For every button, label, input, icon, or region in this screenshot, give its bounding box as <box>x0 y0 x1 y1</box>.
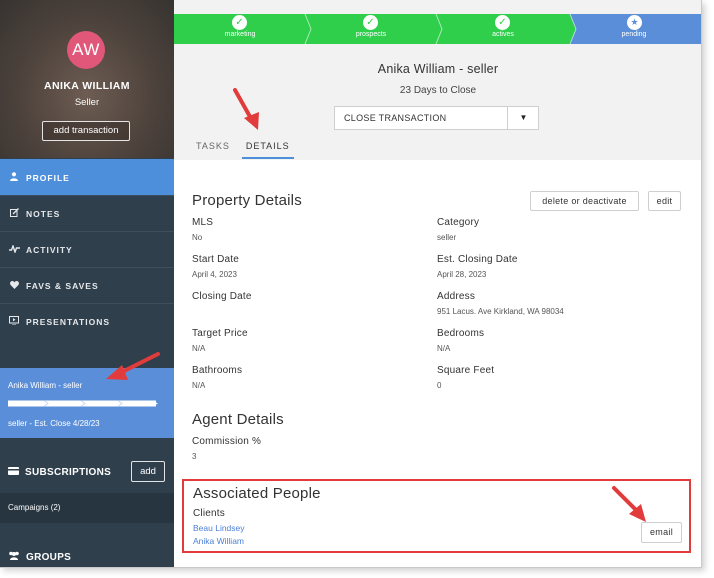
stage-label-actives: actives <box>492 31 514 38</box>
add-transaction-button[interactable]: add transaction <box>42 121 130 141</box>
activity-icon <box>8 243 20 255</box>
tab-details[interactable]: DETAILS <box>241 134 294 159</box>
sidebar-item-label: ACTIVITY <box>26 244 73 255</box>
stage-label-prospects: prospects <box>355 31 387 38</box>
field-label-est-closing-date: Est. Closing Date <box>437 254 518 265</box>
sidebar-item-notes[interactable]: NOTES <box>0 195 174 231</box>
stage-label-marketing: marketing <box>224 31 256 38</box>
property-details-title: Property Details <box>192 192 302 209</box>
field-label-square-feet: Square Feet <box>437 365 495 376</box>
campaigns-item[interactable]: Campaigns (2) <box>0 493 174 523</box>
avatar: AW <box>67 31 105 69</box>
field-label-bedrooms: Bedrooms <box>437 328 485 339</box>
sidebar-item-profile[interactable]: PROFILE <box>0 159 174 195</box>
edit-icon <box>8 208 20 219</box>
presentation-icon <box>8 316 20 327</box>
sidebar-item-label: PRESENTATIONS <box>26 316 110 327</box>
agent-details-title: Agent Details <box>192 411 284 428</box>
edit-button[interactable]: edit <box>648 191 681 211</box>
pipeline-bar: ✓ ✓ ✓ ★ marketing prospects actives pend… <box>174 14 701 44</box>
field-value-bedrooms: N/A <box>437 344 451 353</box>
field-label-category: Category <box>437 217 480 228</box>
app-window: AW ANIKA WILLIAM Seller add transaction … <box>0 0 702 568</box>
field-value-est-closing-date: April 28, 2023 <box>437 270 487 279</box>
field-value-commission: 3 <box>192 452 197 461</box>
main-panel: ✓ ✓ ✓ ★ marketing prospects actives pend… <box>174 0 701 567</box>
user-icon <box>8 172 20 183</box>
close-transaction-value: CLOSE TRANSACTION <box>344 113 447 123</box>
field-value-bathrooms: N/A <box>192 381 206 390</box>
sidebar-item-label: NOTES <box>26 208 61 219</box>
tab-bar: TASKS DETAILS <box>192 134 302 160</box>
check-circle-icon: ✓ <box>363 15 378 30</box>
sidebar: AW ANIKA WILLIAM Seller add transaction … <box>0 0 174 567</box>
subscriptions-label: SUBSCRIPTIONS <box>25 466 112 478</box>
field-value-target-price: N/A <box>192 344 206 353</box>
associated-people-title: Associated People <box>193 485 321 502</box>
transaction-title: Anika William - seller <box>8 381 83 390</box>
details-content: Property Details delete or deactivate ed… <box>174 160 701 567</box>
field-label-address: Address <box>437 291 476 302</box>
field-value-mls: No <box>192 233 203 242</box>
subscriptions-header: SUBSCRIPTIONS add <box>0 452 174 492</box>
client-link[interactable]: Anika William <box>193 536 244 546</box>
client-link[interactable]: Beau Lindsey <box>193 523 245 533</box>
tab-tasks[interactable]: TASKS <box>192 134 234 159</box>
add-subscription-button[interactable]: add <box>131 461 165 482</box>
users-icon <box>8 551 20 563</box>
profile-role: Seller <box>74 97 100 108</box>
pipeline-stages-graphic <box>174 14 701 44</box>
groups-label: GROUPS <box>26 551 72 563</box>
field-label-mls: MLS <box>192 217 214 228</box>
groups-header: GROUPS <box>0 546 174 567</box>
check-circle-icon: ✓ <box>232 15 247 30</box>
transaction-subtitle: seller - Est. Close 4/28/23 <box>8 419 100 428</box>
sidebar-item-label: PROFILE <box>26 172 70 183</box>
star-circle-icon: ★ <box>627 15 642 30</box>
profile-card: AW ANIKA WILLIAM Seller add transaction <box>0 0 174 158</box>
field-value-category: seller <box>437 233 457 242</box>
clients-label: Clients <box>193 508 225 519</box>
card-icon <box>8 466 19 478</box>
field-label-commission: Commission % <box>192 436 262 447</box>
days-to-close: 23 Days to Close <box>399 85 477 96</box>
profile-name: ANIKA WILLIAM <box>44 80 130 92</box>
sidebar-item-presentations[interactable]: PRESENTATIONS <box>0 303 174 339</box>
caret-down-icon[interactable]: ▼ <box>508 107 539 129</box>
field-label-start-date: Start Date <box>192 254 240 265</box>
sidebar-item-activity[interactable]: ACTIVITY <box>0 231 174 267</box>
close-transaction-select[interactable]: CLOSE TRANSACTION ▼ <box>334 106 539 130</box>
field-label-target-price: Target Price <box>192 328 248 339</box>
sidebar-item-favs-saves[interactable]: FAVS & SAVES <box>0 267 174 303</box>
field-value-square-feet: 0 <box>437 381 442 390</box>
transaction-heading: Anika William - seller <box>377 62 499 76</box>
check-circle-icon: ✓ <box>495 15 510 30</box>
field-value-address: 951 Lacus. Ave Kirkland, WA 98034 <box>437 307 564 316</box>
field-label-bathrooms: Bathrooms <box>192 365 243 376</box>
email-button[interactable]: email <box>641 522 682 543</box>
sidebar-item-label: FAVS & SAVES <box>26 280 99 291</box>
stage-label-pending: pending <box>621 31 647 38</box>
field-label-closing-date: Closing Date <box>192 291 252 302</box>
heart-icon <box>8 280 20 291</box>
delete-deactivate-button[interactable]: delete or deactivate <box>530 191 639 211</box>
field-value-start-date: April 4, 2023 <box>192 270 237 279</box>
transaction-progress <box>8 400 158 407</box>
sidebar-nav: PROFILE NOTES ACTIVITY FAVS & SAVES PRES… <box>0 159 174 339</box>
associated-people-section: Associated People Clients Beau Lindsey A… <box>182 479 691 553</box>
